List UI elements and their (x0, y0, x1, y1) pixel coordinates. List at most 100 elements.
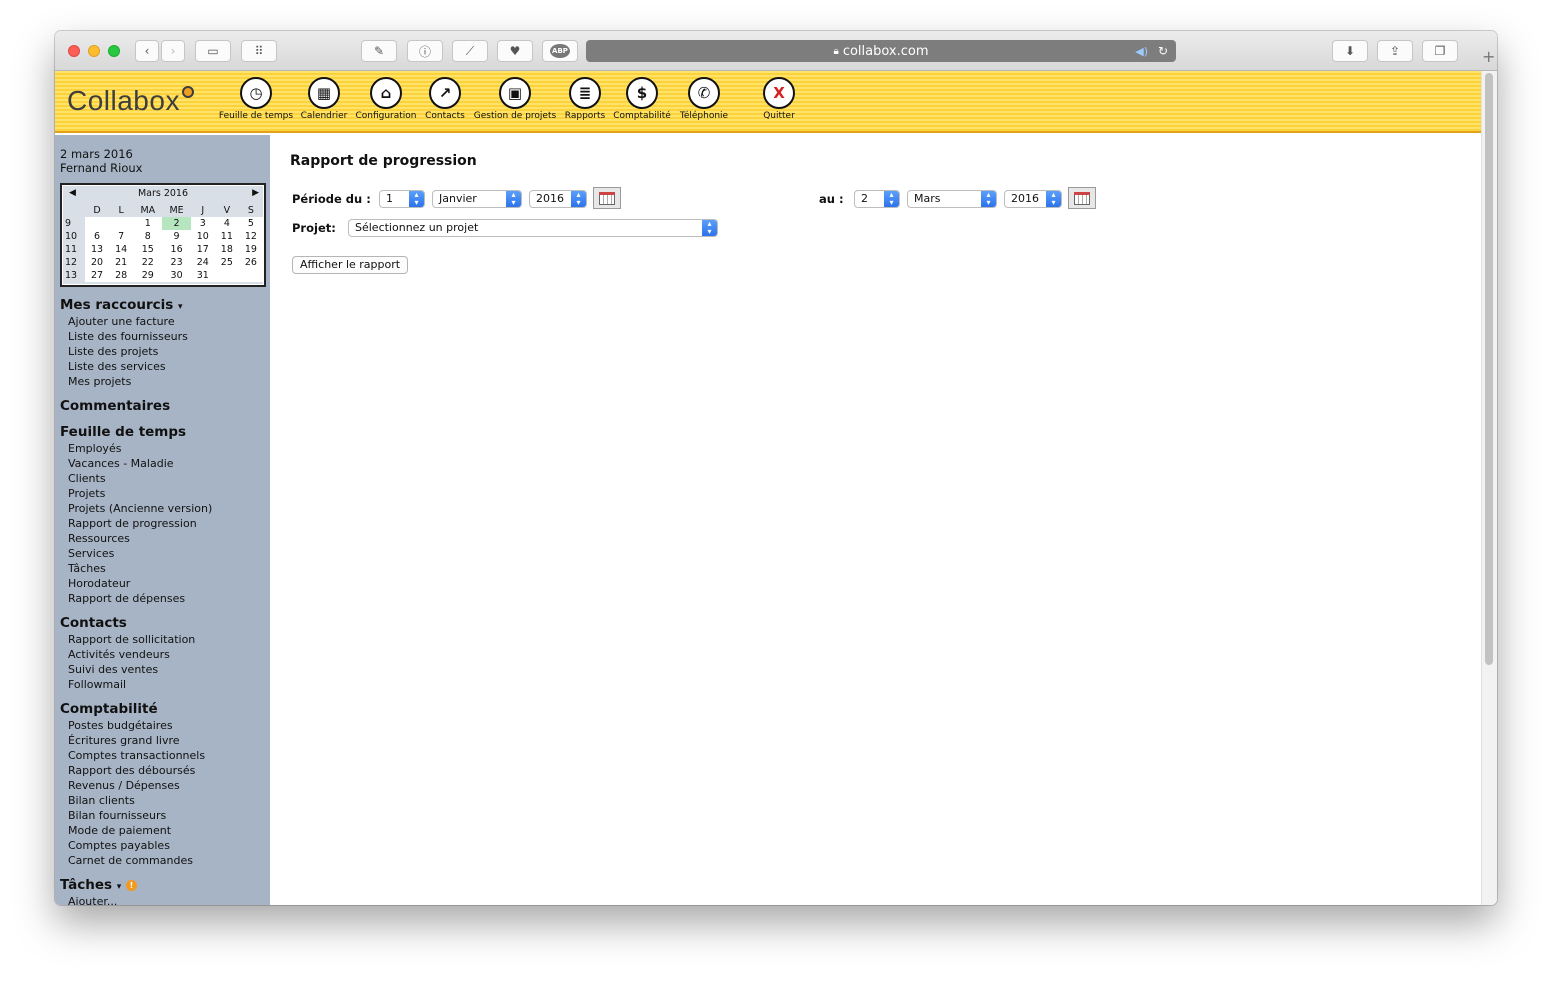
calendar-day[interactable]: 15 (133, 243, 163, 256)
nav-rapports[interactable]: ≣ Rapports (562, 77, 608, 121)
sidebar-link-activites-vendeurs[interactable]: Activités vendeurs (68, 648, 170, 661)
sidebar-link-taches[interactable]: Tâches (68, 562, 106, 575)
calendar-day[interactable]: 28 (109, 269, 134, 282)
project-select[interactable]: Sélectionnez un projet ▴ ▾ (348, 219, 718, 237)
calendar-day[interactable]: 7 (109, 230, 134, 243)
nav-telephonie[interactable]: ✆ Téléphonie (676, 77, 732, 121)
calendar-day[interactable]: 13 (85, 243, 110, 256)
sidebar-link-followmail[interactable]: Followmail (68, 678, 126, 691)
sidebar-link-ajouter-tache[interactable]: Ajouter... (68, 895, 117, 905)
sidebar-link-projets[interactable]: Projets (68, 487, 105, 500)
address-bar[interactable]: 🔒︎ collabox.com ◀) ↻ (586, 40, 1176, 62)
nav-feuille-de-temps[interactable]: ◷ Feuille de temps (218, 77, 294, 121)
share-button[interactable]: ⇪ (1377, 40, 1413, 62)
adblock-extension-button[interactable]: ABP (542, 40, 578, 62)
sidebar-link-bilan-clients[interactable]: Bilan clients (68, 794, 135, 807)
sidebar-link-liste-projets[interactable]: Liste des projets (68, 345, 158, 358)
sidebar-link-employes[interactable]: Employés (68, 442, 121, 455)
onepassword-extension-button[interactable]: ⓘ (407, 40, 443, 62)
calendar-day[interactable]: 27 (85, 269, 110, 282)
reload-icon[interactable]: ↻ (1158, 44, 1168, 58)
calendar-day[interactable]: 3 (190, 217, 215, 230)
sidebar-link-suivi-des-ventes[interactable]: Suivi des ventes (68, 663, 158, 676)
calendar-day[interactable]: 20 (85, 256, 110, 269)
to-month-select[interactable]: Mars ▴ ▾ (907, 190, 997, 208)
from-year-select[interactable]: 2016 ▴ ▾ (529, 190, 587, 208)
evernote-extension-button[interactable]: ✎ (361, 40, 397, 62)
section-commentaires[interactable]: Commentaires (60, 398, 170, 414)
back-button[interactable]: ‹ (135, 40, 159, 62)
sidebar-link-clients[interactable]: Clients (68, 472, 106, 485)
show-report-button[interactable]: Afficher le rapport (292, 256, 409, 274)
section-contacts[interactable]: Contacts (60, 615, 127, 631)
sidebar-link-mes-projets[interactable]: Mes projets (68, 375, 131, 388)
calendar-day[interactable] (109, 217, 134, 230)
calendar-day[interactable]: 23 (162, 256, 191, 269)
calendar-day[interactable]: 26 (238, 256, 263, 269)
sidebar-link-bilan-fournisseurs[interactable]: Bilan fournisseurs (68, 809, 166, 822)
show-tabs-button[interactable]: ❐ (1422, 40, 1458, 62)
downloads-button[interactable]: ⬇ (1332, 40, 1368, 62)
sidebar-link-horodateur[interactable]: Horodateur (68, 577, 130, 590)
calendar-day[interactable]: 4 (214, 217, 239, 230)
calendar-next-month-icon[interactable]: ▶ (252, 188, 259, 198)
from-date-picker-button[interactable] (593, 187, 621, 209)
sidebar-link-vacances-maladie[interactable]: Vacances - Maladie (68, 457, 174, 470)
top-sites-button[interactable]: ⠿ (241, 40, 277, 62)
sidebar-link-rapport-des-debourses[interactable]: Rapport des déboursés (68, 764, 195, 777)
from-month-select[interactable]: Janvier ▴ ▾ (432, 190, 522, 208)
sidebar-link-revenus-depenses[interactable]: Revenus / Dépenses (68, 779, 180, 792)
sidebar-link-postes-budgetaires[interactable]: Postes budgétaires (68, 719, 173, 732)
calendar-day[interactable] (85, 217, 110, 230)
section-taches[interactable]: Tâches ▾ ! (60, 877, 137, 893)
from-day-select[interactable]: 1 ▴ ▾ (379, 190, 425, 208)
nav-comptabilite[interactable]: $ Comptabilité (612, 77, 672, 121)
calendar-day-today[interactable]: 2 (162, 217, 191, 230)
sidebar-link-mode-de-paiement[interactable]: Mode de paiement (68, 824, 171, 837)
sidebar-link-liste-fournisseurs[interactable]: Liste des fournisseurs (68, 330, 188, 343)
section-feuille-de-temps[interactable]: Feuille de temps (60, 424, 186, 440)
nav-quitter[interactable]: X Quitter (756, 77, 802, 121)
feather-extension-button[interactable]: ⟋ (452, 40, 488, 62)
calendar-day[interactable]: 9 (162, 230, 191, 243)
calendar-day[interactable]: 1 (133, 217, 163, 230)
calendar-day[interactable]: 8 (133, 230, 163, 243)
to-day-select[interactable]: 2 ▴ ▾ (854, 190, 900, 208)
nav-contacts[interactable]: ↗ Contacts (422, 77, 468, 121)
sidebar-link-ajouter-facture[interactable]: Ajouter une facture (68, 315, 175, 328)
calendar-day[interactable]: 12 (238, 230, 263, 243)
zoom-window-button[interactable] (108, 45, 120, 57)
speaker-icon[interactable]: ◀) (1135, 45, 1148, 58)
sidebar-link-projets-ancienne-version[interactable]: Projets (Ancienne version) (68, 502, 212, 515)
section-comptabilite[interactable]: Comptabilité (60, 701, 158, 717)
sidebar-link-rapport-de-depenses[interactable]: Rapport de dépenses (68, 592, 185, 605)
calendar-day[interactable]: 19 (238, 243, 263, 256)
calendar-day[interactable] (238, 269, 263, 282)
chevron-down-icon[interactable]: ▾ (117, 882, 122, 892)
to-date-picker-button[interactable] (1068, 187, 1096, 209)
close-window-button[interactable] (68, 45, 80, 57)
chevron-down-icon[interactable]: ▾ (178, 302, 183, 312)
new-tab-button[interactable]: + (1482, 47, 1495, 66)
sidebar-toggle-button[interactable]: ▭ (195, 40, 231, 62)
calendar-day[interactable]: 14 (109, 243, 134, 256)
calendar-day[interactable] (214, 269, 239, 282)
to-year-select[interactable]: 2016 ▴ ▾ (1004, 190, 1062, 208)
calendar-day[interactable]: 10 (190, 230, 215, 243)
sidebar-link-comptes-transactionnels[interactable]: Comptes transactionnels (68, 749, 205, 762)
sidebar-link-rapport-de-progression[interactable]: Rapport de progression (68, 517, 197, 530)
calendar-day[interactable]: 31 (190, 269, 215, 282)
collabox-logo[interactable]: Collabox (67, 85, 194, 117)
calendar-day[interactable]: 5 (238, 217, 263, 230)
sidebar-link-ecritures-grand-livre[interactable]: Écritures grand livre (68, 734, 180, 747)
calendar-day[interactable]: 16 (162, 243, 191, 256)
calendar-day[interactable]: 17 (190, 243, 215, 256)
calendar-day[interactable]: 6 (85, 230, 110, 243)
calendar-day[interactable]: 24 (190, 256, 215, 269)
section-mes-raccourcis[interactable]: Mes raccourcis ▾ (60, 297, 183, 313)
calendar-day[interactable]: 21 (109, 256, 134, 269)
nav-calendrier[interactable]: ▦ Calendrier (298, 77, 350, 121)
calendar-day[interactable]: 30 (162, 269, 191, 282)
nav-gestion-de-projets[interactable]: ▣ Gestion de projets (472, 77, 558, 121)
calendar-day[interactable]: 25 (214, 256, 239, 269)
